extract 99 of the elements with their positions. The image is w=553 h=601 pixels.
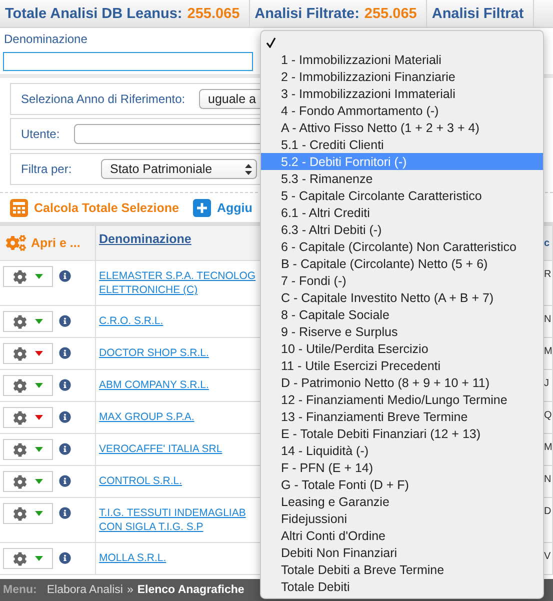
info-icon[interactable] [59,411,71,423]
info-icon[interactable] [59,475,71,487]
gear-icon [13,346,27,360]
gear-icon [13,442,27,456]
dropdown-option[interactable]: 10 - Utile/Perdita Esercizio [261,340,543,357]
breadcrumb-link[interactable]: Elabora Analisi [46,584,123,596]
dropdown-option[interactable]: 5 - Capitale Circolante Caratteristico [261,187,543,204]
breadcrumb-link[interactable]: Elenco Anagrafiche [137,584,244,596]
actions-menu-button[interactable] [3,407,53,428]
stat-label: Analisi Filtrat [432,6,524,22]
table-cell: M [544,442,552,453]
column-header: Apri e ... [31,236,80,250]
table-cell: M [544,346,552,357]
stat-label: Totale Analisi DB Leanus: [5,6,182,22]
table-cell: N [544,314,552,325]
stat-value: 255.065 [364,6,417,22]
company-link[interactable]: MAX GROUP S.P.A. [99,410,194,424]
table-cell: N [544,474,552,485]
filter-select[interactable]: Stato Patrimoniale [101,159,257,179]
company-link[interactable]: T.I.G. TESSUTI INDEMAGLIAB CON SIGLA T.I.G. S.P [99,506,246,534]
dropdown-option[interactable]: G - Totale Fonti (D + F) [261,476,543,493]
actions-menu-button[interactable] [3,503,53,524]
dropdown-option[interactable]: 8 - Capitale Sociale [261,306,543,323]
table-cell: J [544,378,549,389]
filter-label: Utente: [21,127,61,141]
dropdown-option[interactable]: D - Patrimonio Netto (8 + 9 + 10 + 11) [261,374,543,391]
stat-label: Analisi Filtrate: [254,6,360,22]
company-link[interactable]: ABM COMPANY S.R.L. [99,378,209,392]
dropdown-option[interactable]: 5.1 - Crediti Clienti [261,136,543,153]
table-cell: R [544,269,552,280]
actions-menu-button[interactable] [3,439,53,460]
company-link[interactable]: ELEMASTER S.P.A. TECNOLOG ELETTRONICHE (C) [99,269,256,297]
info-icon[interactable] [59,270,71,282]
column-header: c [544,238,550,248]
gear-icon [13,410,27,424]
table-cell: Q [544,410,552,421]
info-icon[interactable] [59,379,71,391]
field-label: Denominazione [4,32,88,46]
info-icon[interactable] [59,347,71,359]
actions-menu-button[interactable] [3,266,53,287]
gear-icon [13,506,27,520]
table-cell: D [544,506,552,517]
dropdown-option[interactable]: 1 - Immobilizzazioni Materiali [261,51,543,68]
actions-menu-button[interactable] [3,343,53,364]
gears-icon [6,233,26,253]
dropdown-option[interactable]: 11 - Utile Esercizi Precedenti [261,357,543,374]
dropdown-option[interactable]: A - Attivo Fisso Netto (1 + 2 + 3 + 4) [261,119,543,136]
actions-menu-button[interactable] [3,548,53,569]
filter-label: Filtra per: [21,162,73,176]
company-link[interactable]: MOLLA S.R.L. [99,551,166,565]
gear-icon [13,474,27,488]
dropdown-option[interactable]: F - PFN (E + 14) [261,459,543,476]
dropdown-option[interactable]: Debiti Non Finanziari [261,544,543,561]
dropdown-option[interactable]: Fidejussioni [261,510,543,527]
dropdown-option[interactable]: 7 - Fondi (-) [261,272,543,289]
filter-label: Seleziona Anno di Riferimento: [21,92,186,106]
company-link[interactable]: C.R.O. S.R.L. [99,314,164,328]
company-link[interactable]: VEROCAFFE' ITALIA SRL [99,442,222,456]
dropdown-option[interactable]: 12 - Finanziamenti Medio/Lungo Termine [261,391,543,408]
dropdown-option[interactable]: C - Capitale Investito Netto (A + B + 7) [261,289,543,306]
dropdown-option[interactable]: 9 - Riserve e Surplus [261,323,543,340]
dropdown-option[interactable]: 3 - Immobilizzazioni Immateriali [261,85,543,102]
stepper-icon [245,164,252,174]
dropdown-option[interactable]: 14 - Liquidità (-) [261,442,543,459]
search-field[interactable] [3,52,253,71]
table-cell: V [544,551,551,562]
breadcrumb-label: Menu: [3,584,37,596]
breadcrumb-separator: » [126,584,134,596]
info-icon[interactable] [59,315,71,327]
actions-menu-button[interactable] [3,311,53,332]
column-header[interactable]: Denominazione [99,232,192,246]
gear-icon [13,378,27,392]
dropdown-option[interactable]: 2 - Immobilizzazioni Finanziarie [261,68,543,85]
plus-icon [192,199,211,217]
dropdown-option[interactable]: Altri Conti d'Ordine [261,527,543,544]
dropdown-option[interactable]: 13 - Finanziamenti Breve Termine [261,408,543,425]
dropdown-option[interactable]: 5.3 - Rimanenze [261,170,543,187]
dropdown-option[interactable]: 6.1 - Altri Crediti [261,204,543,221]
gear-icon [13,270,27,284]
info-icon[interactable] [59,507,71,519]
gear-icon [13,314,27,328]
dropdown-option[interactable]: Totale Debiti a Breve Termine [261,561,543,578]
gear-icon [13,552,27,566]
dropdown-option[interactable]: 6 - Capitale (Circolante) Non Caratteristico [261,238,543,255]
info-icon[interactable] [59,552,71,564]
company-link[interactable]: CONTROL S.R.L. [99,474,182,488]
dropdown-option[interactable]: 4 - Fondo Ammortamento (-) [261,102,543,119]
dropdown-option[interactable]: E - Totale Debiti Finanziari (12 + 13) [261,425,543,442]
dropdown-option[interactable]: Leasing e Garanzie [261,493,543,510]
actions-menu-button[interactable] [3,471,53,492]
add-button[interactable]: Aggiu [192,199,252,217]
calculator-icon [10,199,28,217]
info-icon[interactable] [59,443,71,455]
dropdown-option[interactable]: Totale Debiti [261,578,543,595]
dropdown-option[interactable]: B - Capitale (Circolante) Netto (5 + 6) [261,255,543,272]
company-link[interactable]: DOCTOR SHOP S.R.L. [99,346,209,360]
stat-value: 255.065 [187,6,240,22]
dropdown-option[interactable]: 6.3 - Altri Debiti (-) [261,221,543,238]
actions-menu-button[interactable] [3,375,53,396]
